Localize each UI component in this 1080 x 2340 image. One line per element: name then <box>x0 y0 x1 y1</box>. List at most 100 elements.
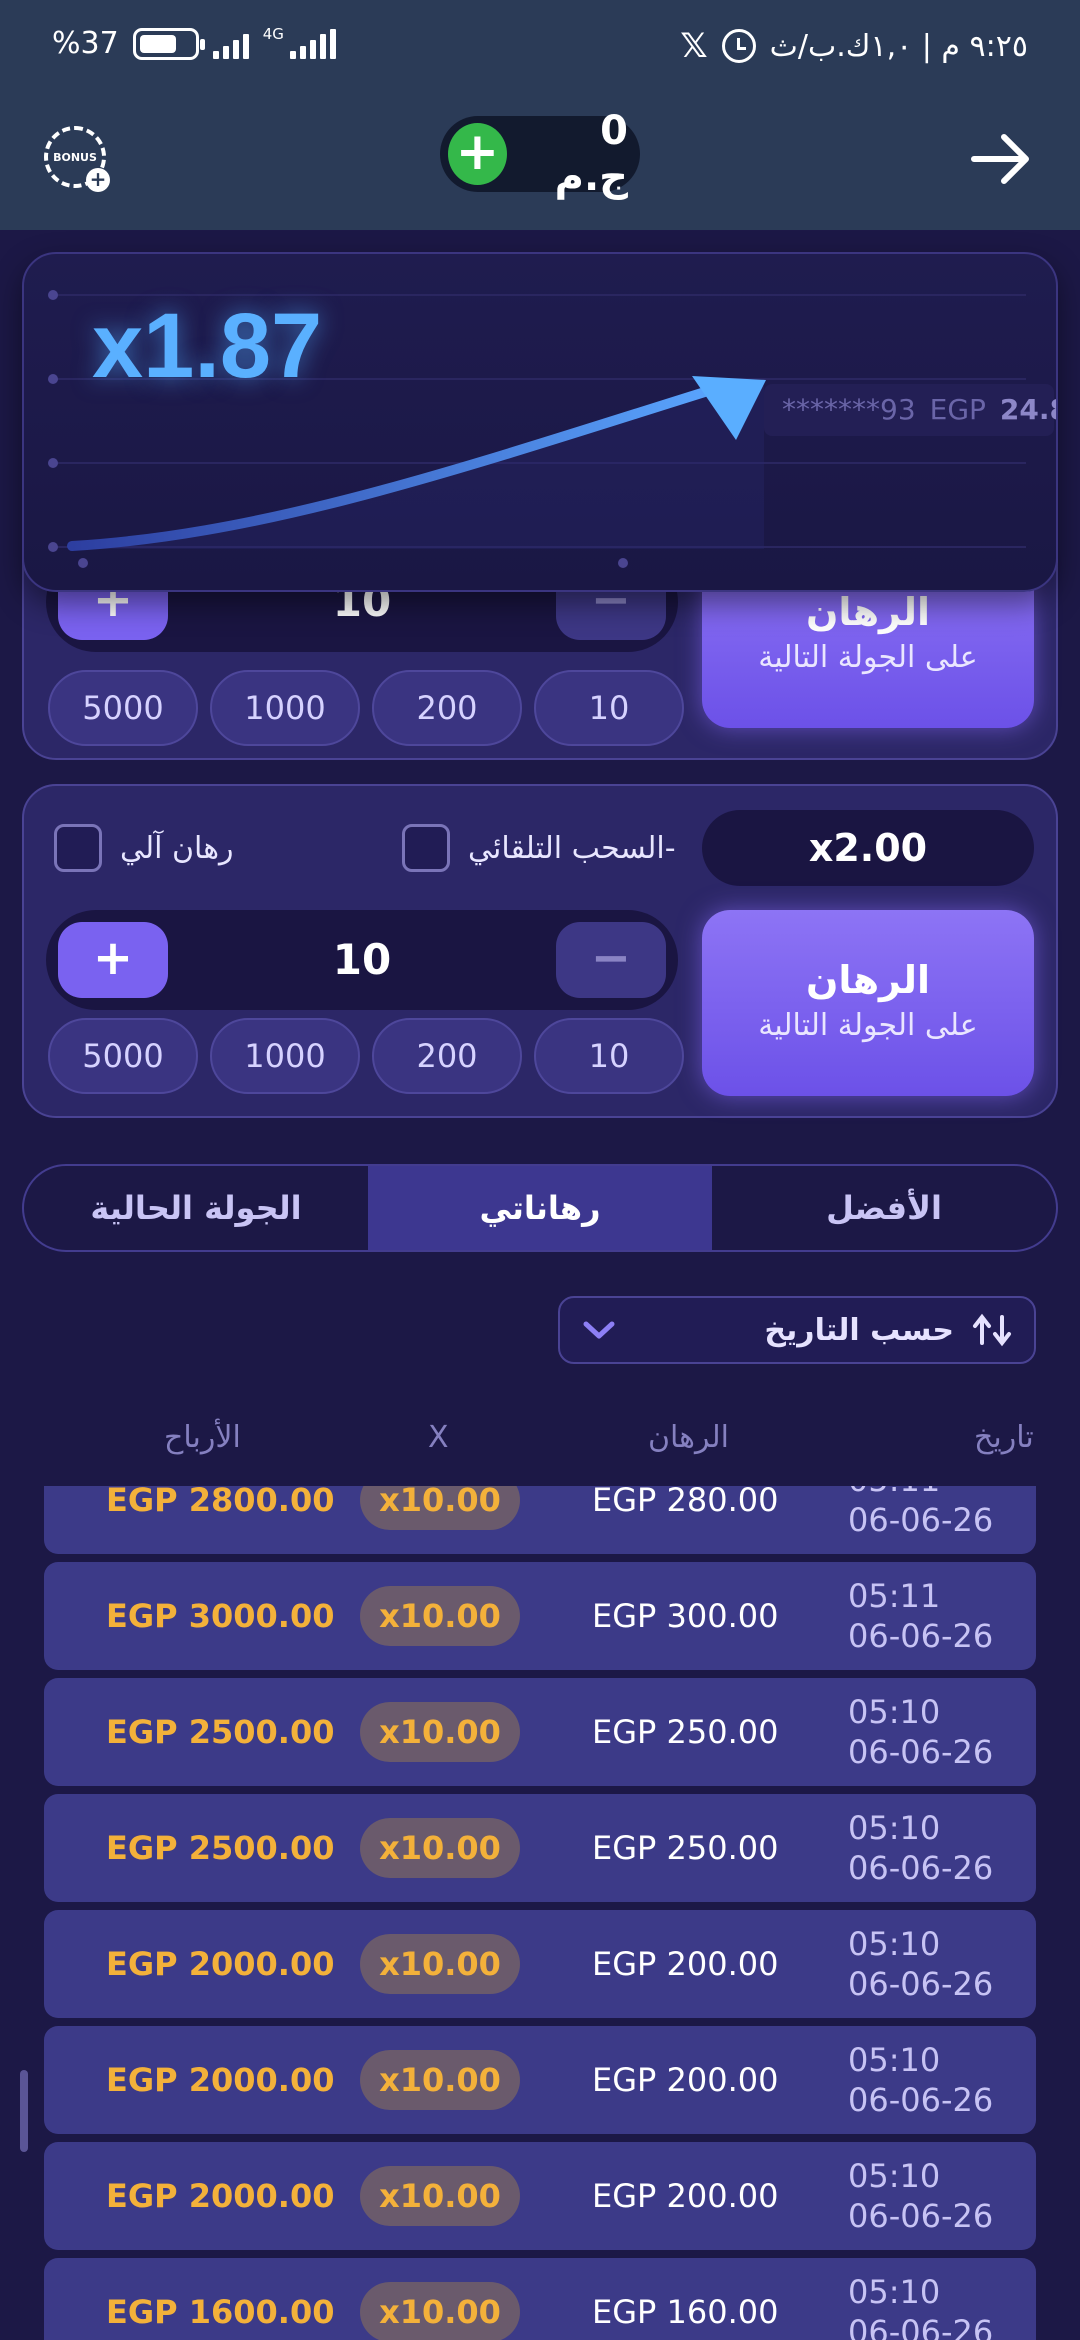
table-row[interactable]: EGP 2800.00 x10.00 EGP 280.00 05:1106-06… <box>44 1486 1036 1554</box>
table-row[interactable]: EGP 2500.00 x10.00 EGP 250.00 05:10 06-06… <box>44 1678 1036 1786</box>
row-bet: EGP 200.00 <box>592 1945 779 1983</box>
row-multiplier: x10.00 <box>360 1818 520 1878</box>
auto-bet-toggle[interactable]: رهان آلي <box>54 824 234 872</box>
back-arrow-icon[interactable] <box>966 124 1036 194</box>
row-bet: EGP 250.00 <box>592 1713 779 1751</box>
x-app-icon: 𝕏 <box>680 26 708 66</box>
auto-bet-checkbox[interactable] <box>54 824 102 872</box>
row-bet: EGP 300.00 <box>592 1597 779 1635</box>
row-win: EGP 2000.00 <box>106 2061 335 2099</box>
auto-cashout-label: -السحب التلقائي <box>468 830 676 866</box>
row-bet: EGP 200.00 <box>592 2177 779 2215</box>
row-multiplier: x10.00 <box>360 1586 520 1646</box>
app-header: BONUS + + 0 ج.م <box>0 96 1080 230</box>
decrease-button[interactable]: − <box>556 922 666 998</box>
winner-currency: EGP <box>929 393 986 426</box>
table-row[interactable]: EGP 2000.00 x10.00 EGP 200.00 05:10 06-06… <box>44 1910 1036 2018</box>
row-bet: EGP 250.00 <box>592 1829 779 1867</box>
scrollbar[interactable] <box>20 2070 28 2152</box>
chevron-down-icon <box>583 1321 615 1339</box>
row-win: EGP 2500.00 <box>106 1829 335 1867</box>
sort-label-wrap: حسب التاريخ <box>764 1313 1012 1348</box>
col-x: X <box>428 1420 449 1455</box>
chip-5000[interactable]: 5000 <box>48 670 198 746</box>
row-multiplier: x10.00 <box>360 2282 520 2340</box>
battery-icon <box>132 27 205 60</box>
table-header: تاريخ الرهان X الأرباح <box>0 1408 1080 1468</box>
table-row[interactable]: EGP 3000.00 x10.00 EGP 300.00 05:11 06-06… <box>44 1562 1036 1670</box>
table-row[interactable]: EGP 2500.00 x10.00 EGP 250.00 05:10 06-06… <box>44 1794 1036 1902</box>
top-bar: %37 4G ٩:٢٥ م | ١,٠ك.ب/ث 𝕏 BONUS + + 0 ج… <box>0 0 1080 230</box>
status-bar: %37 4G ٩:٢٥ م | ١,٠ك.ب/ث 𝕏 <box>0 0 1080 96</box>
col-bet: الرهان <box>648 1420 730 1455</box>
row-datetime: 05:10 06-06-26 <box>848 2157 994 2235</box>
tab-my-bets[interactable]: رهاناتي <box>368 1166 712 1250</box>
row-datetime: 05:10 06-06-26 <box>848 1809 994 1887</box>
bet-button-2[interactable]: الرهان على الجولة التالية <box>702 910 1034 1096</box>
bets-tabs: الأفضل رهاناتي الجولة الحالية <box>22 1164 1058 1252</box>
bet-button-title: الرهان <box>806 590 930 634</box>
table-row[interactable]: EGP 2000.00 x10.00 EGP 200.00 05:10 06-06… <box>44 2026 1036 2134</box>
row-datetime: 05:10 06-06-26 <box>848 1693 994 1771</box>
row-win: EGP 2000.00 <box>106 2177 335 2215</box>
row-multiplier: x10.00 <box>360 1702 520 1762</box>
chip-200[interactable]: 200 <box>372 1018 522 1094</box>
row-win: EGP 2500.00 <box>106 1713 335 1751</box>
bonus-label: BONUS <box>53 150 97 164</box>
winner-amount: 24.8 <box>999 393 1056 426</box>
status-time: ٩:٢٥ م | ١,٠ك.ب/ث <box>769 28 1028 64</box>
table-row[interactable]: EGP 1600.00 x10.00 EGP 160.00 05:10 06-06… <box>44 2258 1036 2340</box>
chip-10[interactable]: 10 <box>534 670 684 746</box>
row-datetime: 05:1106-06-26 <box>848 1486 994 1539</box>
signal-icon <box>212 29 249 59</box>
bonus-plus-icon: + <box>86 168 110 192</box>
col-date: تاريخ <box>974 1420 1034 1455</box>
sort-label: حسب التاريخ <box>764 1312 954 1348</box>
table-row[interactable]: EGP 2000.00 x10.00 EGP 200.00 05:10 06-06… <box>44 2142 1036 2250</box>
row-datetime: 05:10 06-06-26 <box>848 1925 994 2003</box>
battery-percent: %37 <box>52 26 119 61</box>
current-multiplier: x1.87 <box>92 295 323 397</box>
quick-stake-chips-2: 5000 1000 200 10 <box>48 1018 684 1094</box>
auto-bet-label: رهان آلي <box>120 830 234 866</box>
chip-5000[interactable]: 5000 <box>48 1018 198 1094</box>
bets-list[interactable]: EGP 2800.00 x10.00 EGP 280.00 05:1106-06… <box>44 1486 1036 2340</box>
row-bet: EGP 200.00 <box>592 2061 779 2099</box>
row-multiplier: x10.00 <box>360 1486 520 1530</box>
balance-pill[interactable]: + 0 ج.م <box>440 108 640 200</box>
chip-200[interactable]: 200 <box>372 670 522 746</box>
row-win: EGP 1600.00 <box>106 2293 335 2331</box>
row-multiplier: x10.00 <box>360 2166 520 2226</box>
row-multiplier: x10.00 <box>360 1934 520 1994</box>
stake-stepper-2: + 10 − <box>46 910 678 1010</box>
row-win: EGP 2800.00 <box>106 1486 335 1519</box>
row-bet: EGP 280.00 <box>592 1486 779 1519</box>
bet-button-subtitle: على الجولة التالية <box>758 640 978 675</box>
sort-dropdown[interactable]: حسب التاريخ <box>558 1296 1036 1364</box>
col-win: الأرباح <box>164 1420 241 1455</box>
tab-top[interactable]: الأفضل <box>712 1166 1056 1250</box>
bet-panel-2: x2.00 -السحب التلقائي رهان آلي الرهان عل… <box>22 784 1058 1118</box>
row-datetime: 05:10 06-06-26 <box>848 2041 994 2119</box>
bonus-icon[interactable]: BONUS + <box>44 126 110 192</box>
status-left: %37 4G <box>52 25 336 61</box>
row-win: EGP 3000.00 <box>106 1597 335 1635</box>
auto-cashout-multiplier[interactable]: x2.00 <box>702 810 1034 886</box>
balance-amount: 0 ج.م <box>554 108 628 200</box>
row-datetime: 05:10 06-06-26 <box>848 2273 994 2340</box>
auto-cashout-toggle[interactable]: -السحب التلقائي <box>402 824 676 872</box>
auto-cashout-checkbox[interactable] <box>402 824 450 872</box>
chip-10[interactable]: 10 <box>534 1018 684 1094</box>
row-datetime: 05:1106-06-26 <box>848 1577 994 1655</box>
crash-graph: x1.87 *******93 EGP 24.8 <box>22 252 1058 592</box>
status-right: ٩:٢٥ م | ١,٠ك.ب/ث 𝕏 <box>680 26 1028 66</box>
winner-ticker: *******93 EGP 24.8 <box>764 384 1056 436</box>
add-funds-icon[interactable]: + <box>448 123 507 185</box>
row-multiplier: x10.00 <box>360 2050 520 2110</box>
chip-1000[interactable]: 1000 <box>210 1018 360 1094</box>
alarm-icon <box>721 29 756 63</box>
chip-1000[interactable]: 1000 <box>210 670 360 746</box>
row-win: EGP 2000.00 <box>106 1945 335 1983</box>
quick-stake-chips-1: 5000 1000 200 10 <box>48 670 684 746</box>
tab-current-round[interactable]: الجولة الحالية <box>24 1166 368 1250</box>
